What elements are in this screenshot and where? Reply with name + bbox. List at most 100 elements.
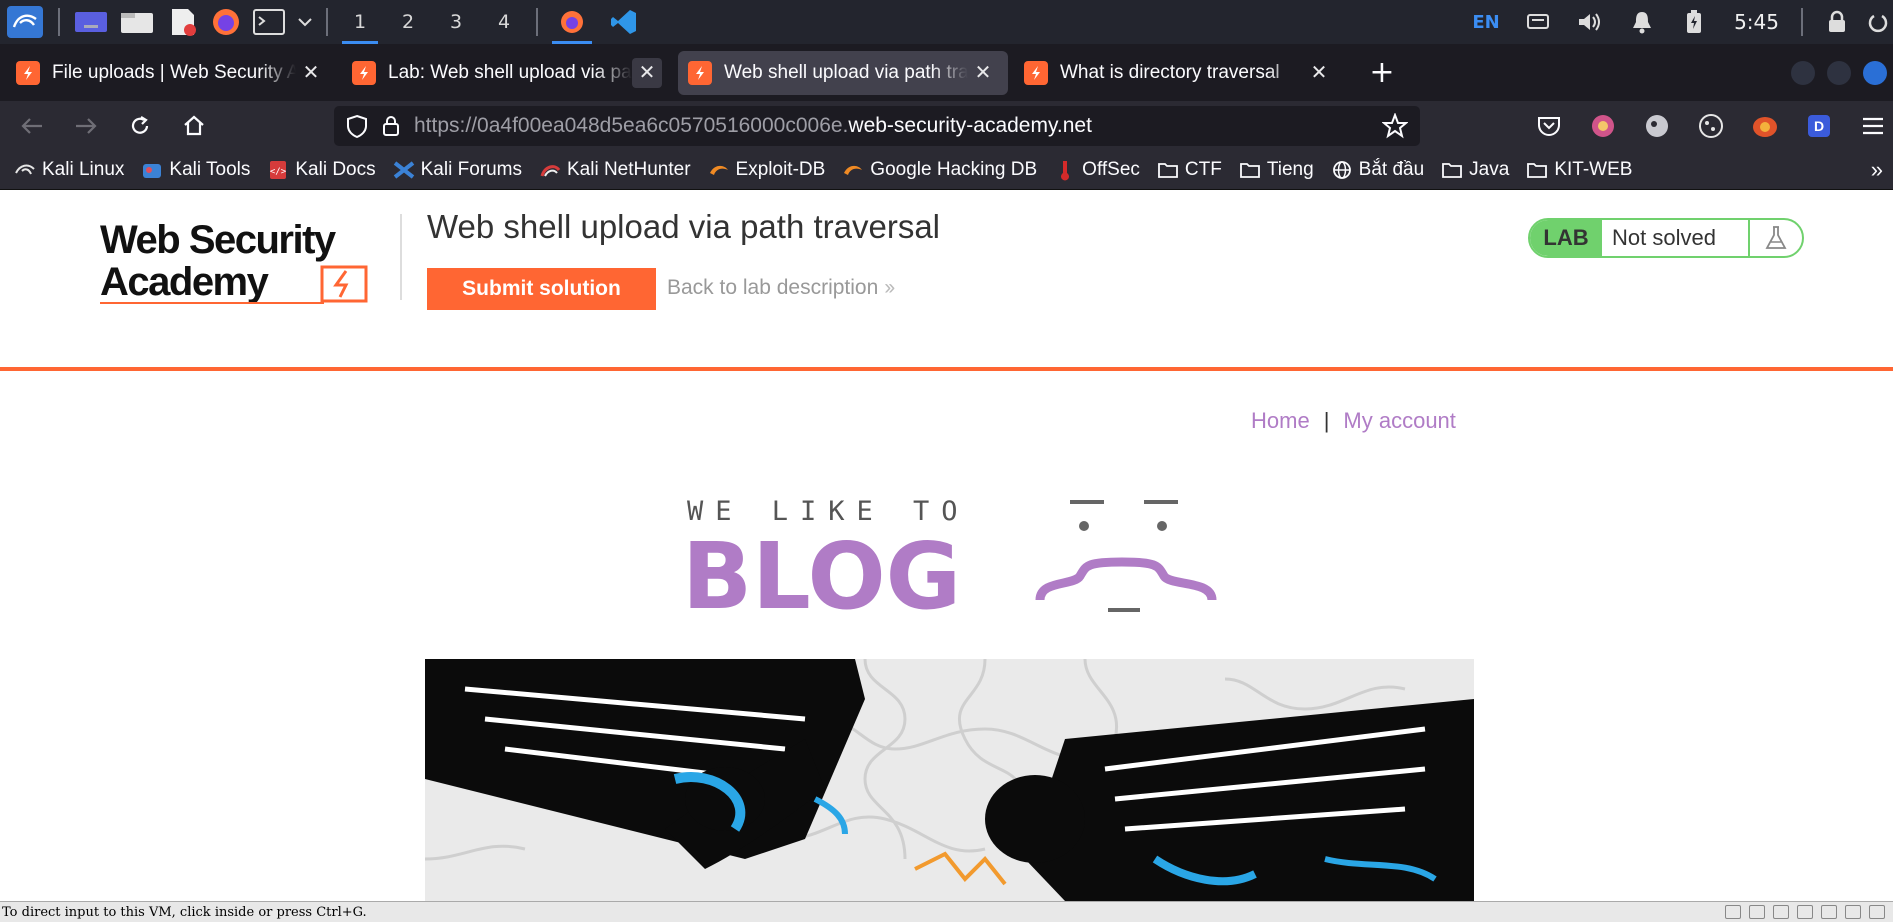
my-account-link[interactable]: My account [1343,408,1456,434]
vm-audio-icon[interactable] [1797,905,1813,919]
vm-hdd-icon[interactable] [1725,905,1741,919]
bookmark-item[interactable]: </> Kali Docs [267,159,375,181]
text-editor-icon[interactable] [160,0,206,44]
taskbar-firefox-window[interactable] [546,0,598,44]
secure-lock-icon[interactable] [382,115,400,137]
bookmark-item[interactable]: Bắt đầu [1331,159,1424,181]
bookmark-label: OffSec [1082,159,1140,180]
terminal-icon[interactable] [246,0,292,44]
browser-tab[interactable]: Lab: Web shell upload via path traversal… [342,51,672,95]
firefox-launcher-icon[interactable] [206,0,246,44]
extension-icon[interactable] [1584,107,1622,145]
lock-screen-icon[interactable] [1811,0,1863,44]
kali-tools-icon [141,159,163,181]
folder-icon [1441,159,1463,181]
svg-text:</>: </> [270,167,287,177]
home-link[interactable]: Home [1251,408,1310,434]
battery-icon[interactable] [1668,0,1720,44]
workspace-1[interactable]: 1 [336,0,384,44]
bookmark-folder[interactable]: CTF [1157,159,1222,181]
browser-tab-strip: File uploads | Web Security Academy ✕ La… [0,44,1893,101]
show-desktop-icon[interactable] [68,0,114,44]
vm-settings-icon[interactable] [1845,905,1861,919]
taskbar-vscode-window[interactable] [598,0,650,44]
tracking-protection-shield-icon[interactable] [346,114,368,138]
close-tab-icon[interactable]: ✕ [296,58,326,88]
volume-icon[interactable] [1564,0,1616,44]
bookmark-label: Exploit-DB [735,159,826,180]
power-icon[interactable] [1863,0,1893,44]
forward-arrow-icon[interactable] [64,104,108,148]
minimize-window-button[interactable] [1791,60,1815,85]
network-icon[interactable] [1512,0,1564,44]
bookmark-folder[interactable]: Java [1441,159,1509,181]
svg-text:Web Security: Web Security [100,218,337,262]
window-controls [1791,60,1893,85]
bookmark-label: KIT-WEB [1554,159,1633,180]
tab-label: What is directory traversal [1060,61,1280,83]
navigation-toolbar: https://0a4f00ea048d5ea6c0570516000c006e… [0,101,1893,151]
workspace-4[interactable]: 4 [480,0,528,44]
browser-tab[interactable]: File uploads | Web Security Academy ✕ [6,51,336,95]
bookmark-item[interactable]: Exploit-DB [708,159,826,181]
maximize-window-button[interactable] [1827,60,1851,85]
bookmark-item[interactable]: OffSec [1054,159,1140,181]
pocket-icon[interactable] [1530,107,1568,145]
kali-menu-icon[interactable] [0,0,50,44]
svg-text:BLOG: BLOG [682,523,961,615]
home-icon[interactable] [172,104,216,148]
panel-separator [536,8,538,36]
bookmark-item[interactable]: Google Hacking DB [842,159,1037,181]
folder-icon [1239,159,1261,181]
panel-separator [1801,8,1803,36]
bookmark-item[interactable]: Kali Linux [14,159,124,181]
bookmark-folder[interactable]: Tieng [1239,159,1314,181]
foxyproxy-icon[interactable] [1746,107,1784,145]
close-tab-icon[interactable]: ✕ [1304,58,1334,88]
web-security-academy-logo[interactable]: Web Security Academy [100,215,400,305]
bookmark-folder[interactable]: KIT-WEB [1526,159,1632,181]
submit-solution-button[interactable]: Submit solution [427,268,656,310]
back-arrow-icon[interactable] [10,104,54,148]
reload-icon[interactable] [118,104,162,148]
clock[interactable]: 5:45 [1720,10,1793,34]
new-tab-button[interactable]: + [1362,53,1402,93]
folder-icon [1526,159,1548,181]
bookmark-item[interactable]: Kali Tools [141,159,250,181]
bookmark-star-icon[interactable] [1382,113,1408,139]
url-host: web-security-academy.net [848,114,1092,137]
vm-display-icon[interactable] [1869,905,1885,919]
address-bar[interactable]: https://0a4f00ea048d5ea6c0570516000c006e… [334,106,1420,146]
extension-icon[interactable] [1638,107,1676,145]
portswigger-favicon-icon [352,60,376,85]
extension-d-icon[interactable]: D [1800,107,1838,145]
vm-cd-icon[interactable] [1749,905,1765,919]
close-tab-icon[interactable]: ✕ [968,58,998,88]
notification-bell-icon[interactable] [1616,0,1668,44]
chevron-down-icon[interactable] [292,0,318,44]
close-window-button[interactable] [1863,60,1887,85]
bookmark-label: Kali Forums [420,159,522,180]
file-manager-icon[interactable] [114,0,160,44]
vm-network-icon[interactable] [1773,905,1789,919]
keyboard-layout-indicator[interactable]: EN [1460,0,1512,44]
bookmarks-overflow-icon[interactable]: » [1871,157,1893,183]
bookmark-item[interactable]: Kali Forums [393,159,522,181]
vm-usb-icon[interactable] [1821,905,1837,919]
logo-divider [400,214,402,300]
browser-tab-active[interactable]: Web shell upload via path traversal ✕ [678,50,1008,95]
vm-status-bar: To direct input to this VM, click inside… [0,901,1893,922]
kali-forums-icon [393,159,415,181]
hamburger-menu-icon[interactable] [1854,107,1892,145]
workspace-2[interactable]: 2 [384,0,432,44]
offsec-icon [1054,159,1076,181]
close-tab-icon[interactable]: ✕ [632,57,662,88]
workspace-3[interactable]: 3 [432,0,480,44]
back-to-lab-description-link[interactable]: Back to lab description ›› [667,276,895,300]
exploit-db-icon [708,159,730,181]
browser-tab[interactable]: What is directory traversal ✕ [1014,51,1344,95]
bookmark-label: Kali Docs [295,159,376,180]
cookie-editor-icon[interactable] [1692,107,1730,145]
lab-status-badge: LAB Not solved [1528,218,1804,258]
bookmark-item[interactable]: Kali NetHunter [539,159,691,181]
